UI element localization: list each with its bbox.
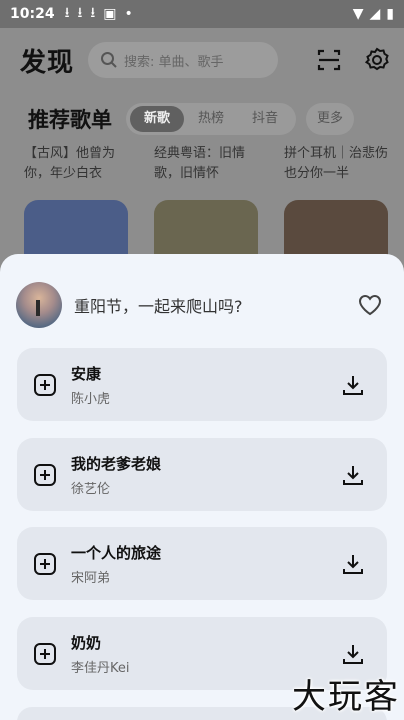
dot-icon: • xyxy=(124,6,133,22)
playlist-card[interactable]: 【古风】他曾为你，年少白衣 xyxy=(24,144,128,260)
download-icon[interactable] xyxy=(341,463,365,487)
section-title: 推荐歌单 xyxy=(28,108,112,132)
playlist-card-title: 拼个耳机｜治悲伤也分你一半 xyxy=(284,146,388,181)
playlist-card[interactable]: 拼个耳机｜治悲伤也分你一半 xyxy=(284,144,388,260)
status-bar: 10:24 ⭳ ⭳ ⭳ ▣ • ▼ ◢ ▮ xyxy=(0,0,404,28)
playlist-card-title: 经典粤语：旧情歌，旧情怀 xyxy=(154,146,246,181)
notification-icons: ⭳ ⭳ ⭳ ▣ • xyxy=(65,2,133,26)
page-title: 发现 xyxy=(20,47,75,78)
song-artist: 李佳丹Kei xyxy=(71,660,130,676)
song-item[interactable]: 一个人的旅途 宋阿弟 xyxy=(17,527,387,600)
playlist-card-title: 【古风】他曾为你，年少白衣 xyxy=(24,146,116,181)
tab-douyin[interactable]: 抖音 xyxy=(238,106,292,132)
scan-icon[interactable] xyxy=(316,47,342,73)
wifi-icon: ▼ xyxy=(352,6,364,22)
search-input[interactable]: 搜索: 单曲、歌手 xyxy=(88,42,279,78)
playlist-card[interactable]: 经典粤语：旧情歌，旧情怀 xyxy=(154,144,258,260)
tab-hot[interactable]: 热榜 xyxy=(184,106,238,132)
song-artist: 徐艺伦 xyxy=(71,481,111,497)
song-item[interactable]: 我的老爹老娘 徐艺伦 xyxy=(17,438,387,511)
search-placeholder: 搜索: 单曲、歌手 xyxy=(124,54,224,70)
battery-icon: ▮ xyxy=(386,6,394,22)
signal-icon: ◢ xyxy=(369,6,381,22)
watermark: 大玩客 xyxy=(292,677,400,717)
add-to-playlist-icon[interactable] xyxy=(33,463,57,487)
playlist-avatar xyxy=(16,282,62,328)
status-time: 10:24 xyxy=(10,6,55,22)
playlist-tabs: 新歌 热榜 抖音 xyxy=(126,103,297,135)
song-name: 奶奶 xyxy=(71,633,102,652)
add-to-playlist-icon[interactable] xyxy=(33,642,57,666)
download-icon[interactable] xyxy=(341,373,365,397)
playlist-sheet: 重阳节，一起来爬山吗? 安康 陈小虎 我的老爹老娘 徐艺伦 一个人的旅途 宋阿弟… xyxy=(0,254,404,720)
playlist-cover xyxy=(154,200,258,260)
more-button[interactable]: 更多 xyxy=(306,103,355,135)
playlist-cover xyxy=(24,200,128,260)
song-artist: 宋阿弟 xyxy=(71,570,111,586)
add-to-playlist-icon[interactable] xyxy=(33,552,57,576)
search-icon xyxy=(101,52,117,68)
playlist-section-header: 推荐歌单 新歌 热榜 抖音 更多 xyxy=(28,102,390,136)
playlist-cards: 【古风】他曾为你，年少白衣 经典粤语：旧情歌，旧情怀 拼个耳机｜治悲伤也分你一半 xyxy=(24,144,390,260)
sheet-title: 重阳节，一起来爬山吗? xyxy=(74,297,243,316)
sheet-header: 重阳节，一起来爬山吗? xyxy=(16,282,388,328)
tab-new[interactable]: 新歌 xyxy=(130,106,185,132)
playlist-cover xyxy=(284,200,388,260)
song-name: 安康 xyxy=(71,364,102,383)
song-name: 我的老爹老娘 xyxy=(71,454,162,473)
add-to-playlist-icon[interactable] xyxy=(33,373,57,397)
song-name: 一个人的旅途 xyxy=(71,543,162,562)
download-icon[interactable] xyxy=(341,552,365,576)
song-artist: 陈小虎 xyxy=(71,391,111,407)
download-notification-icon: ⭳ xyxy=(90,5,96,21)
app-notification-icon: ▣ xyxy=(103,6,117,22)
heart-icon[interactable] xyxy=(358,294,382,316)
download-notification-icon: ⭳ xyxy=(64,5,70,21)
page-header: 发现 搜索: 单曲、歌手 xyxy=(20,38,390,82)
gear-icon[interactable] xyxy=(364,47,390,73)
download-icon[interactable] xyxy=(341,642,365,666)
song-item[interactable]: 安康 陈小虎 xyxy=(17,348,387,421)
system-icons: ▼ ◢ ▮ xyxy=(353,6,394,22)
download-notification-icon: ⭳ xyxy=(77,5,83,21)
